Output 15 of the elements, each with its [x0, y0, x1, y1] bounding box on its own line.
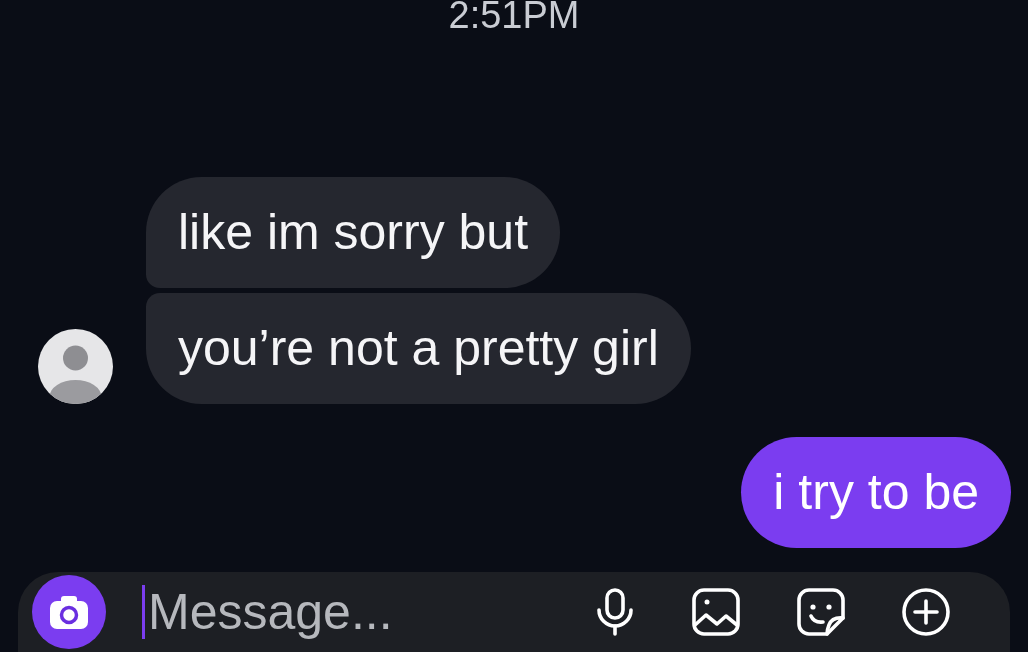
- image-icon: [692, 588, 740, 636]
- received-message: like im sorry but: [146, 177, 561, 288]
- camera-icon: [50, 595, 88, 629]
- sent-message: i try to be: [741, 437, 1011, 548]
- image-button[interactable]: [692, 588, 740, 636]
- sticker-icon: [797, 588, 845, 636]
- message-composer[interactable]: Message...: [18, 572, 1010, 652]
- plus-button[interactable]: [902, 588, 950, 636]
- microphone-icon: [595, 588, 635, 636]
- sticker-button[interactable]: [797, 588, 845, 636]
- received-message: you’re not a pretty girl: [146, 293, 691, 404]
- message-input[interactable]: Message...: [145, 582, 575, 642]
- timestamp: 2:51PM: [448, 0, 580, 30]
- plus-icon: [902, 588, 950, 636]
- microphone-button[interactable]: [595, 588, 635, 636]
